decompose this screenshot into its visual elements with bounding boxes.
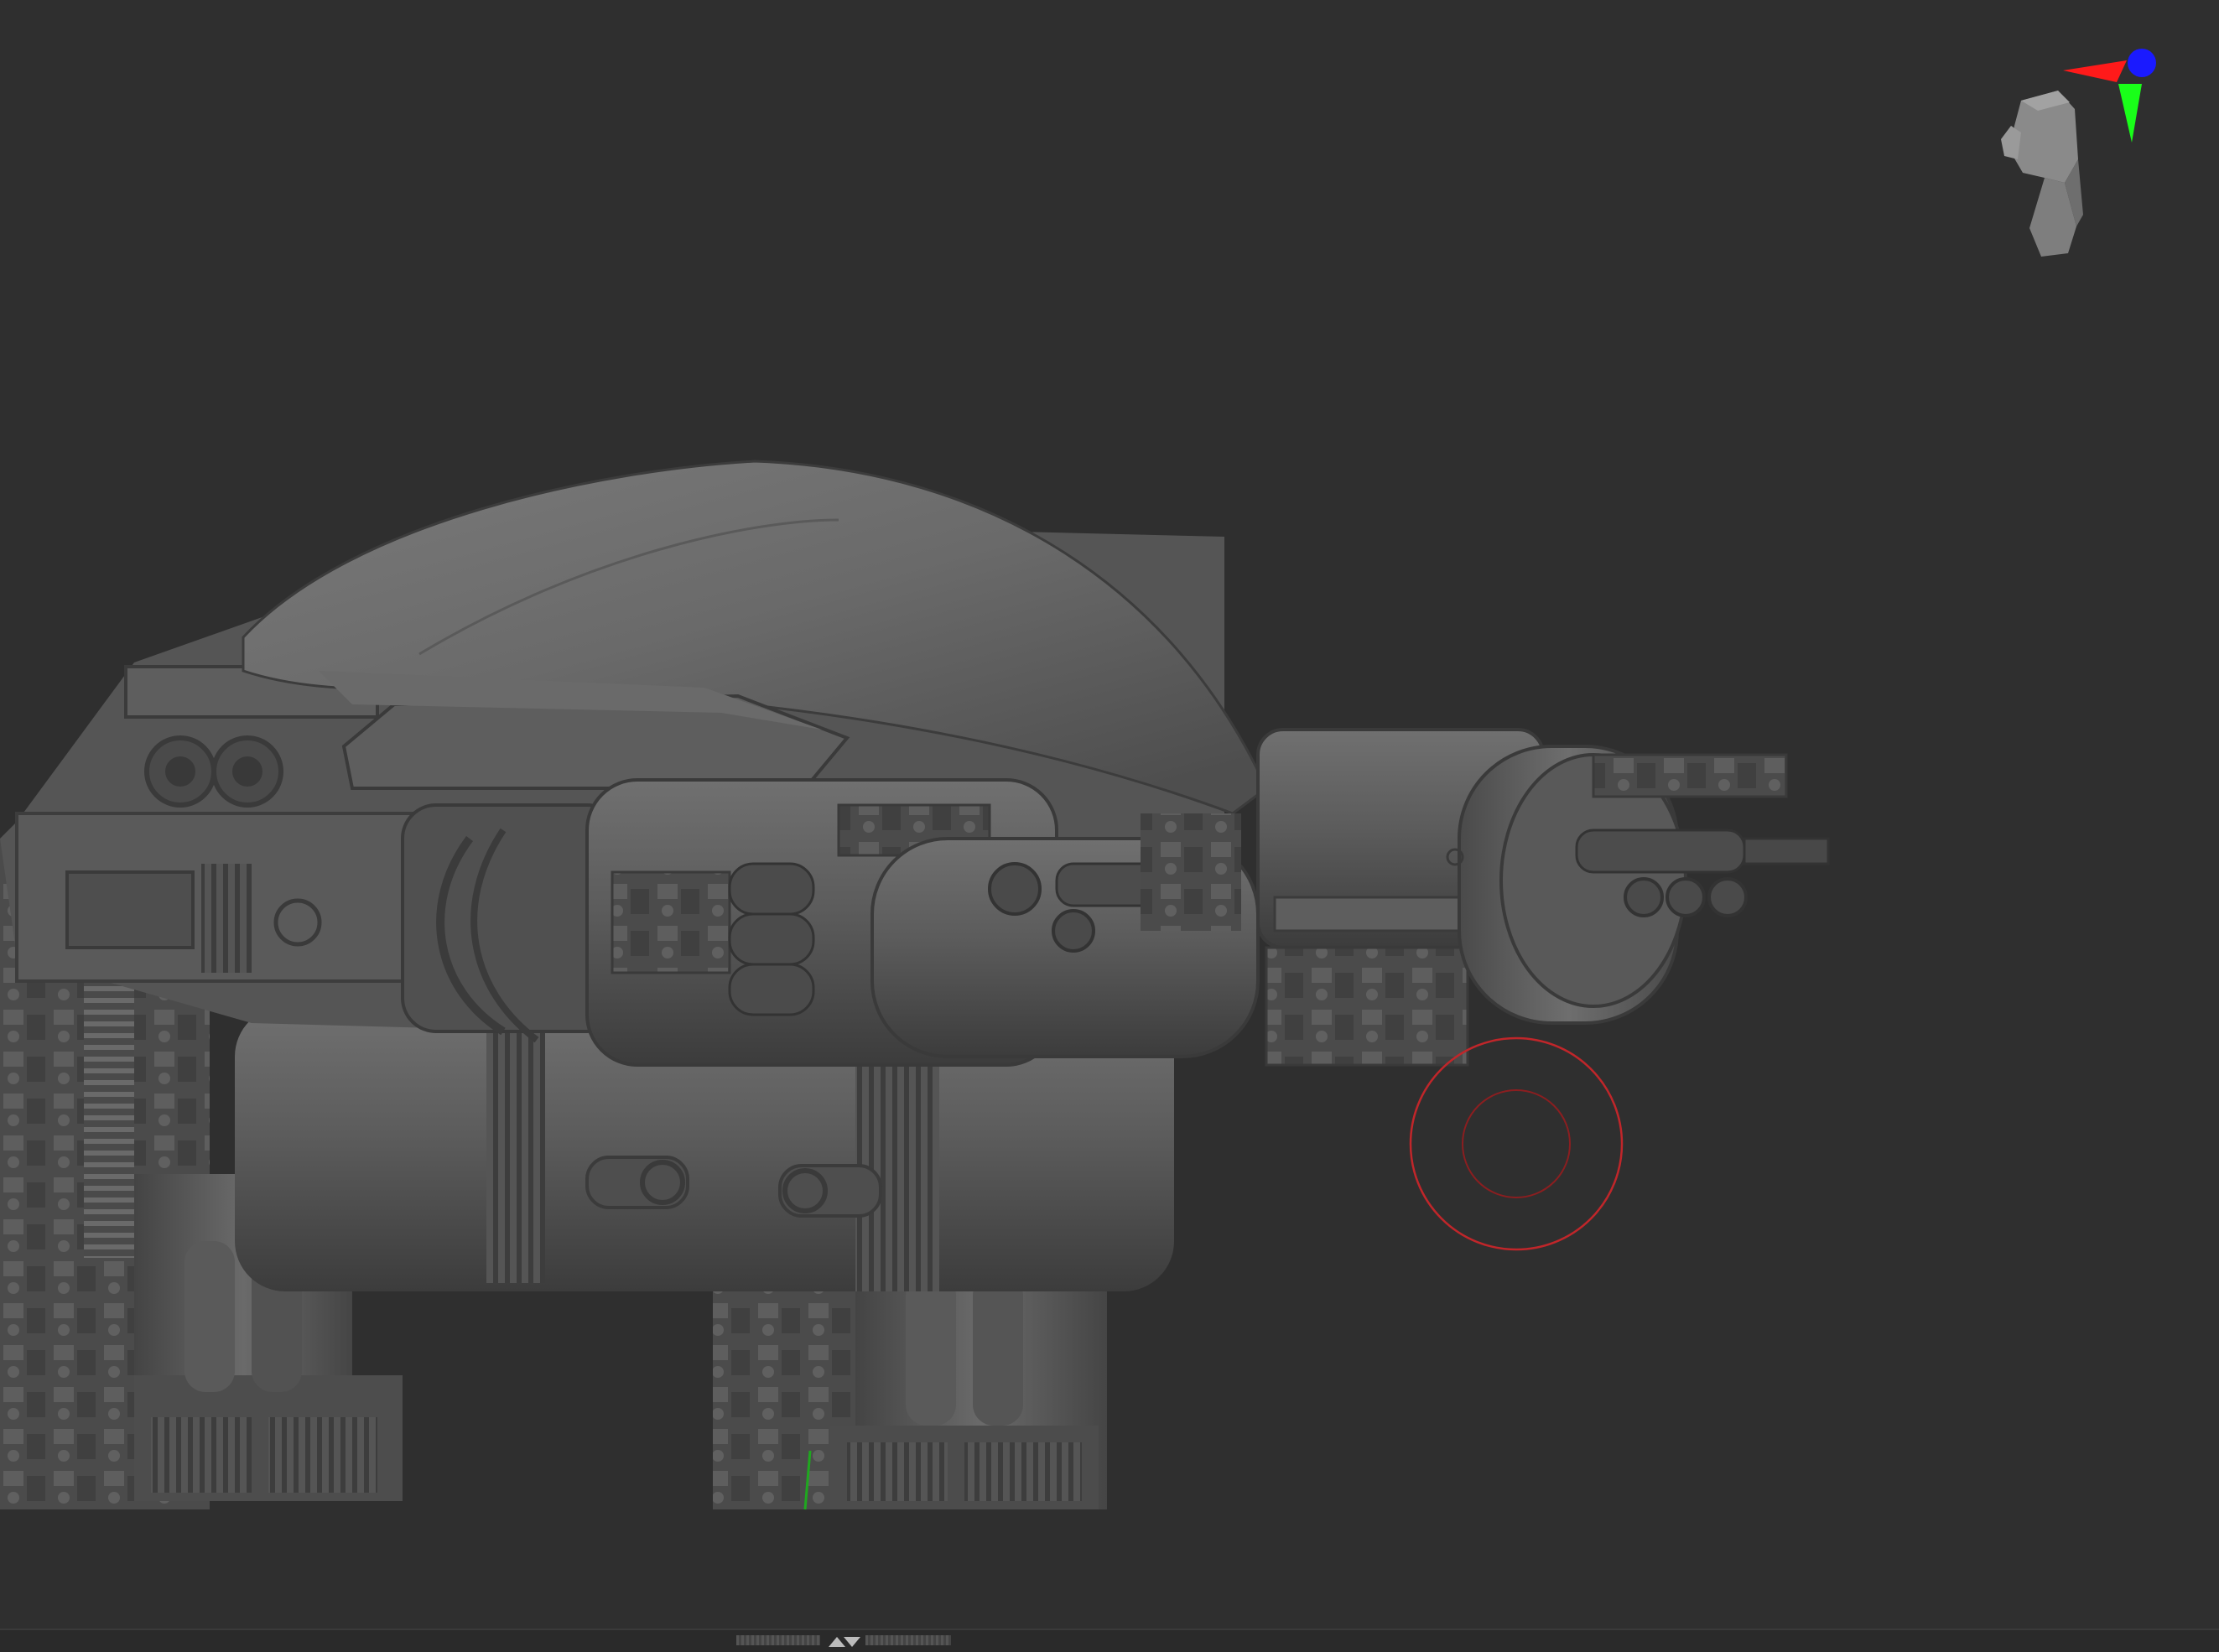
viewport-canvas[interactable] (0, 0, 2219, 1629)
brush-cursor-icon (1409, 1036, 1624, 1251)
tray-drag-handle-right[interactable] (865, 1635, 951, 1645)
tray-toggle-icon[interactable] (825, 1632, 862, 1650)
head-mesh (2001, 91, 2083, 257)
bottom-tray (0, 1629, 2219, 1652)
tray-drag-handle-left[interactable] (736, 1635, 820, 1645)
z-axis-dot (2128, 49, 2156, 77)
x-axis-arrow (2063, 60, 2127, 82)
head-orientation-icon[interactable] (1971, 42, 2172, 268)
gun-arm-right (1256, 728, 1830, 1067)
sculpt-model[interactable] (0, 0, 2219, 1629)
y-axis-arrow (2118, 84, 2142, 143)
